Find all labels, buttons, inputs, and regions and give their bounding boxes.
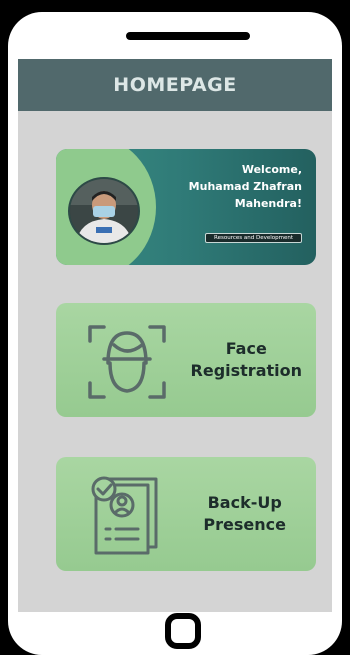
face-registration-card[interactable]: Face Registration	[56, 303, 316, 417]
user-photo-icon	[70, 179, 138, 243]
welcome-greeting: Welcome,	[241, 163, 302, 176]
user-name-line2: Mahendra!	[234, 197, 302, 210]
backup-presence-label-line1: Back-Up	[207, 493, 282, 512]
face-scan-icon	[88, 325, 166, 399]
welcome-card: Welcome, Muhamad Zhafran Mahendra! Resou…	[56, 149, 316, 265]
face-registration-label-line2: Registration	[190, 361, 302, 380]
welcome-message: Welcome, Muhamad Zhafran Mahendra!	[189, 161, 302, 212]
page-title: HOMEPAGE	[113, 74, 237, 96]
avatar[interactable]	[68, 177, 140, 245]
user-name-line1: Muhamad Zhafran	[188, 180, 302, 193]
department-badge: Resources and Development	[205, 233, 302, 243]
face-registration-label-line1: Face	[225, 339, 267, 358]
face-registration-label: Face Registration	[191, 303, 302, 417]
home-button[interactable]	[165, 613, 201, 649]
backup-presence-label-line2: Presence	[203, 515, 286, 534]
phone-speaker	[126, 32, 250, 40]
backup-presence-label: Back-Up Presence	[203, 457, 286, 571]
id-document-check-icon	[91, 476, 158, 555]
backup-presence-card[interactable]: Back-Up Presence	[56, 457, 316, 571]
app-bar: HOMEPAGE	[18, 59, 332, 111]
app-screen: HOMEPAGE Welcome, Muhamad Zhafran Mahend…	[18, 59, 332, 612]
phone-frame: HOMEPAGE Welcome, Muhamad Zhafran Mahend…	[8, 12, 342, 655]
